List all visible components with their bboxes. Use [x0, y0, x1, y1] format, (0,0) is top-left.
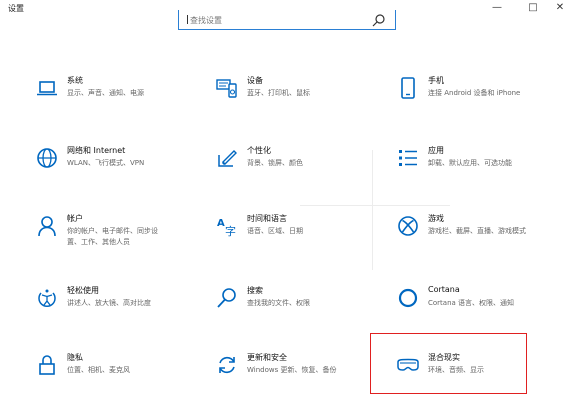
minimize-button[interactable]: —: [480, 0, 514, 18]
tile-title: 隐私: [67, 353, 83, 362]
tile-title: 帐户: [67, 214, 83, 223]
close-button[interactable]: ✕: [548, 0, 572, 18]
xbox-icon: [397, 215, 419, 237]
tile-desc: 卸载、默认应用、可选功能: [428, 159, 512, 167]
search-placeholder: 查找设置: [190, 16, 222, 25]
tile-desc: Cortana 语言、权限、通知: [428, 299, 515, 307]
tile-personalization[interactable]: 个性化 背景、锁屏、颜色: [216, 145, 386, 193]
tile-title: 搜索: [247, 286, 263, 295]
decor-line: [300, 205, 450, 206]
tile-title: 个性化: [247, 146, 271, 155]
cortana-icon: [397, 287, 419, 309]
tile-devices[interactable]: 设备 蓝牙、打印机、鼠标: [216, 75, 386, 123]
tile-title: 轻松使用: [67, 286, 99, 295]
tile-desc: WLAN、飞行模式、VPN: [67, 159, 145, 167]
phone-icon: [397, 77, 419, 99]
tile-desc-line: 置、工作、其他人员: [67, 238, 130, 246]
personalization-icon: [216, 147, 238, 169]
tile-desc: 查找我的文件、权限: [247, 299, 310, 307]
tile-cortana[interactable]: Cortana Cortana 语言、权限、通知: [397, 285, 567, 333]
tile-desc: 语音、区域、日期: [247, 227, 303, 235]
lock-icon: [36, 354, 58, 376]
tile-desc: 游戏栏、截屏、直播、游戏模式: [428, 227, 526, 235]
tile-accounts[interactable]: 帐户 你的帐户、电子邮件、同步设 置、工作、其他人员: [36, 213, 206, 261]
person-icon: [36, 215, 58, 237]
globe-icon: [36, 147, 58, 169]
tile-title: 系统: [67, 76, 83, 85]
text-caret: [187, 15, 188, 24]
time-language-icon: A字: [216, 215, 238, 237]
tile-apps[interactable]: 应用 卸载、默认应用、可选功能: [397, 145, 567, 193]
tile-privacy[interactable]: 隐私 位置、相机、麦克风: [36, 352, 206, 400]
svg-text:A: A: [217, 218, 225, 229]
maximize-button[interactable]: □: [516, 0, 550, 18]
laptop-icon: [36, 77, 58, 99]
tile-desc: 你的帐户、电子邮件、同步设 置、工作、其他人员: [67, 226, 158, 248]
tile-title: 设备: [247, 76, 263, 85]
tile-desc-line: 你的帐户、电子邮件、同步设: [67, 227, 158, 235]
tile-phone[interactable]: 手机 连接 Android 设备和 iPhone: [397, 75, 567, 123]
tile-update-security[interactable]: 更新和安全 Windows 更新、恢复、备份: [216, 352, 386, 400]
tile-title: 时间和语言: [247, 214, 287, 223]
apps-icon: [397, 147, 419, 169]
tile-ease-of-access[interactable]: 轻松使用 讲述人、放大镜、高对比度: [36, 285, 206, 333]
devices-icon: [216, 77, 238, 99]
tile-desc: 显示、声音、通知、电源: [67, 89, 144, 97]
tile-desc: 位置、相机、麦克风: [67, 366, 130, 374]
tile-network[interactable]: 网络和 Internet WLAN、飞行模式、VPN: [36, 145, 206, 193]
tile-title: 更新和安全: [247, 353, 287, 362]
window-title: 设置: [8, 4, 24, 13]
tile-title: 游戏: [428, 214, 444, 223]
tile-title: Cortana: [428, 285, 460, 294]
tile-desc: 讲述人、放大镜、高对比度: [67, 299, 151, 307]
tile-desc: 背景、锁屏、颜色: [247, 159, 303, 167]
tile-title: 手机: [428, 76, 444, 85]
highlight-box: [370, 333, 527, 394]
svg-text:字: 字: [225, 224, 236, 237]
tile-desc: Windows 更新、恢复、备份: [247, 366, 337, 374]
update-icon: [216, 354, 238, 376]
tile-gaming[interactable]: 游戏 游戏栏、截屏、直播、游戏模式: [397, 213, 567, 261]
search-icon[interactable]: [371, 12, 387, 27]
ease-of-access-icon: [36, 287, 58, 309]
tile-desc: 蓝牙、打印机、鼠标: [247, 89, 310, 97]
tile-search[interactable]: 搜索 查找我的文件、权限: [216, 285, 386, 333]
tile-time-language[interactable]: A字 时间和语言 语音、区域、日期: [216, 213, 386, 261]
tile-title: 网络和 Internet: [67, 146, 126, 155]
tile-desc: 连接 Android 设备和 iPhone: [428, 89, 521, 97]
search-box[interactable]: 查找设置: [178, 10, 396, 30]
tile-system[interactable]: 系统 显示、声音、通知、电源: [36, 75, 206, 123]
tile-title: 应用: [428, 146, 444, 155]
search-icon: [216, 287, 238, 309]
